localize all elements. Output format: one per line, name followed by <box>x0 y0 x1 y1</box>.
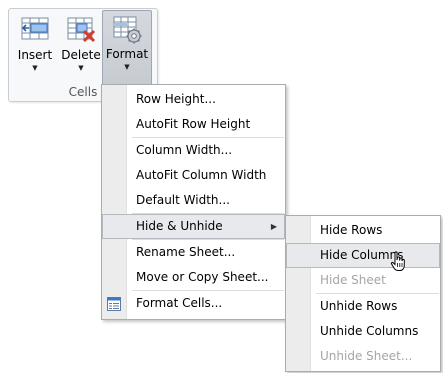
delete-label: Delete <box>61 48 101 62</box>
menu-item-unhide-rows[interactable]: Unhide Rows <box>286 294 440 319</box>
chevron-down-icon: ▼ <box>124 63 130 71</box>
menu-item-label: Row Height... <box>136 92 216 106</box>
menu-item-label: Rename Sheet... <box>136 245 236 259</box>
format-button[interactable]: Format ▼ <box>102 10 152 89</box>
menu-item-hide-columns[interactable]: Hide Columns <box>286 243 440 271</box>
menu-item-label: Column Width... <box>136 143 233 157</box>
menu-item-label: AutoFit Column Width <box>136 168 267 182</box>
menu-item-label: Unhide Columns <box>320 324 419 338</box>
delete-button[interactable]: Delete ▼ <box>59 12 103 84</box>
menu-item-unhide-sheet: Unhide Sheet... <box>286 344 440 369</box>
menu-item-format-cells[interactable]: Format Cells... <box>102 291 285 316</box>
menu-item-label: Unhide Sheet... <box>320 349 413 363</box>
menu-item-default-width[interactable]: Default Width... <box>102 188 285 213</box>
menu-item-column-width[interactable]: Column Width... <box>102 138 285 163</box>
insert-label: Insert <box>17 48 53 62</box>
menu-item-label: Move or Copy Sheet... <box>136 270 269 284</box>
submenu-arrow-icon: ▶ <box>270 222 277 231</box>
menu-item-label: Hide & Unhide <box>136 219 223 233</box>
chevron-down-icon: ▼ <box>32 64 38 72</box>
menu-item-label: Format Cells... <box>136 296 223 310</box>
menu-item-unhide-columns[interactable]: Unhide Columns <box>286 319 440 344</box>
format-cells-small-icon <box>107 297 121 311</box>
chevron-down-icon: ▼ <box>78 64 84 72</box>
delete-cells-icon <box>67 17 96 43</box>
menu-item-label: Hide Rows <box>320 223 383 237</box>
format-dropdown-menu: Row Height... AutoFit Row Height Column … <box>101 84 286 320</box>
hide-unhide-submenu: Hide Rows Hide Columns Hide Sheet Unhide… <box>285 215 441 372</box>
menu-item-hide-sheet: Hide Sheet <box>286 268 440 293</box>
insert-button[interactable]: Insert ▼ <box>13 12 57 84</box>
insert-cells-icon <box>21 17 49 40</box>
format-label: Format <box>105 47 149 61</box>
menu-item-autofit-row-height[interactable]: AutoFit Row Height <box>102 112 285 137</box>
menu-item-autofit-column-width[interactable]: AutoFit Column Width <box>102 163 285 188</box>
menu-item-label: Default Width... <box>136 193 230 207</box>
menu-item-rename-sheet[interactable]: Rename Sheet... <box>102 240 285 265</box>
menu-item-label: Unhide Rows <box>320 299 398 313</box>
menu-item-label: AutoFit Row Height <box>136 117 251 131</box>
menu-item-hide-rows[interactable]: Hide Rows <box>286 218 440 243</box>
menu-item-hide-unhide[interactable]: Hide & Unhide ▶ <box>102 214 285 239</box>
menu-item-move-copy-sheet[interactable]: Move or Copy Sheet... <box>102 265 285 290</box>
format-cells-icon <box>113 16 142 44</box>
menu-item-row-height[interactable]: Row Height... <box>102 87 285 112</box>
menu-item-label: Hide Sheet <box>320 273 386 287</box>
